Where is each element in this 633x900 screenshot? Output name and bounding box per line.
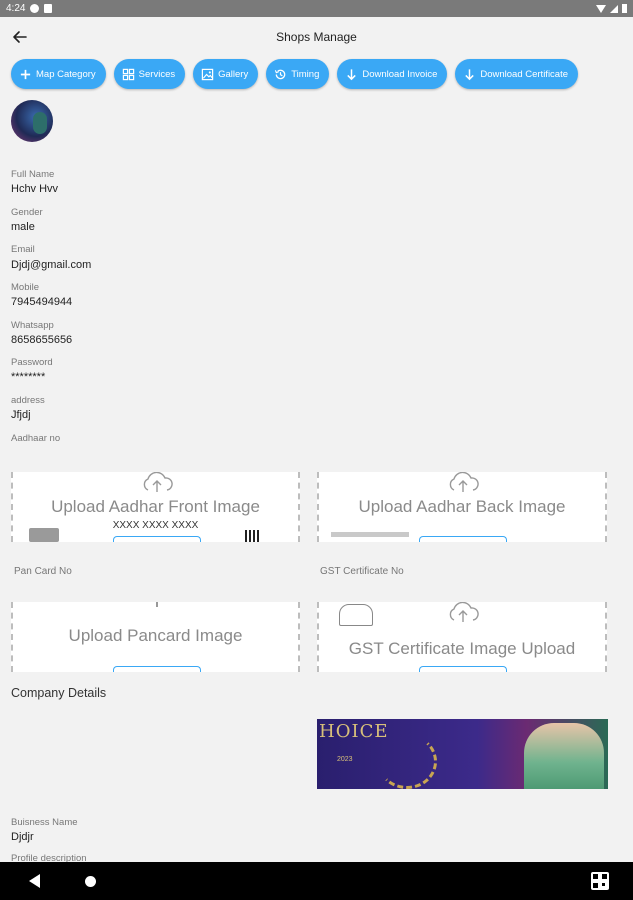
banner-person-figure: [524, 723, 604, 789]
qr-code-icon: [245, 530, 261, 542]
nav-home-icon[interactable]: [85, 876, 96, 887]
laurel-decoration: [377, 734, 437, 789]
timing-label: Timing: [291, 68, 320, 80]
whatsapp-value: 8658655656: [11, 334, 73, 346]
storage-notification-icon: [44, 4, 53, 13]
business-name-label: Buisness Name: [11, 817, 78, 828]
business-name-value: Djdjr: [11, 831, 34, 843]
aadhar-back-preview-strip: [331, 532, 409, 537]
gallery-label: Gallery: [218, 68, 249, 80]
map-category-button[interactable]: Map Category: [11, 59, 106, 89]
download-certificate-button[interactable]: Download Certificate: [455, 59, 579, 89]
company-details-title: Company Details: [11, 686, 107, 700]
pan-card-no-label: Pan Card No: [14, 566, 72, 577]
arrow-down-icon: [465, 68, 475, 80]
banner-year: 2023: [337, 756, 353, 763]
grid-icon: [122, 68, 134, 80]
gst-choose-button[interactable]: [419, 666, 507, 672]
status-bar: 4:24: [0, 0, 633, 17]
gallery-button[interactable]: Gallery: [193, 59, 259, 89]
gender-label: Gender: [11, 207, 43, 218]
cloud-upload-icon: [143, 472, 173, 492]
pancard-upload[interactable]: Upload Pancard Image: [11, 602, 300, 672]
history-icon: [275, 69, 286, 79]
signal-icon: [610, 4, 618, 13]
full-name-label: Full Name: [11, 169, 55, 180]
download-invoice-button[interactable]: Download Invoice: [337, 59, 448, 89]
aadhaar-no-label: Aadhaar no: [11, 433, 61, 444]
cloud-upload-icon: [449, 602, 479, 622]
page-title: Shops Manage: [276, 30, 357, 44]
aadhar-back-upload[interactable]: Upload Aadhar Back Image: [317, 472, 607, 542]
mobile-label: Mobile: [11, 282, 39, 293]
timing-button[interactable]: Timing: [266, 59, 330, 89]
app-notification-icon: [30, 4, 40, 13]
password-value: ********: [11, 371, 46, 383]
services-button[interactable]: Services: [113, 59, 186, 89]
aadhar-front-upload[interactable]: Upload Aadhar Front Image XXXX XXXX XXXX: [11, 472, 300, 542]
nav-back-icon[interactable]: [29, 874, 40, 888]
system-nav-bar: [0, 862, 633, 900]
action-chip-row: Map Category Services Gallery Timing Dow…: [11, 59, 579, 89]
password-label: Password: [11, 357, 53, 368]
aadhar-front-choose-button[interactable]: [113, 536, 201, 542]
pancard-choose-button[interactable]: [113, 666, 201, 672]
services-label: Services: [138, 68, 176, 80]
full-name-value: Hchv Hvv: [11, 183, 59, 195]
map-category-label: Map Category: [36, 68, 96, 80]
gender-value: male: [11, 221, 35, 233]
aadhar-photo-thumbnail: [29, 528, 59, 542]
mobile-value: 7945494944: [11, 296, 73, 308]
app-bar: Shops Manage: [0, 17, 633, 57]
download-certificate-label: Download Certificate: [480, 68, 569, 80]
image-icon: [201, 68, 214, 80]
address-label: address: [11, 395, 45, 406]
aadhar-back-upload-text: Upload Aadhar Back Image: [358, 497, 566, 516]
gst-upload-text: GST Certificate Image Upload: [348, 639, 576, 658]
whatsapp-label: Whatsapp: [11, 320, 54, 331]
aadhar-back-choose-button[interactable]: [419, 536, 507, 542]
wifi-icon: [596, 4, 606, 13]
aadhar-front-upload-text: Upload Aadhar Front Image: [51, 497, 260, 516]
gst-certificate-upload[interactable]: GST Certificate Image Upload: [317, 602, 607, 672]
address-value: Jfjdj: [11, 409, 31, 421]
battery-icon: [622, 4, 627, 13]
pancard-upload-text: Upload Pancard Image: [68, 626, 243, 645]
company-banner-image[interactable]: HOICE 2023: [317, 719, 608, 789]
pancard-preview-mark: [156, 602, 158, 607]
email-label: Email: [11, 244, 35, 255]
cloud-upload-icon: [449, 472, 479, 492]
avatar[interactable]: [11, 100, 53, 142]
plus-icon: [20, 69, 31, 79]
qr-scanner-icon[interactable]: [591, 872, 609, 890]
emblem-icon: [339, 604, 373, 626]
arrow-down-icon: [347, 68, 357, 80]
banner-text: HOICE: [319, 721, 389, 742]
download-invoice-label: Download Invoice: [362, 68, 438, 80]
gst-certificate-no-label: GST Certificate No: [320, 566, 404, 577]
email-value: Djdj@gmail.com: [11, 259, 92, 271]
status-time: 4:24: [6, 3, 26, 14]
